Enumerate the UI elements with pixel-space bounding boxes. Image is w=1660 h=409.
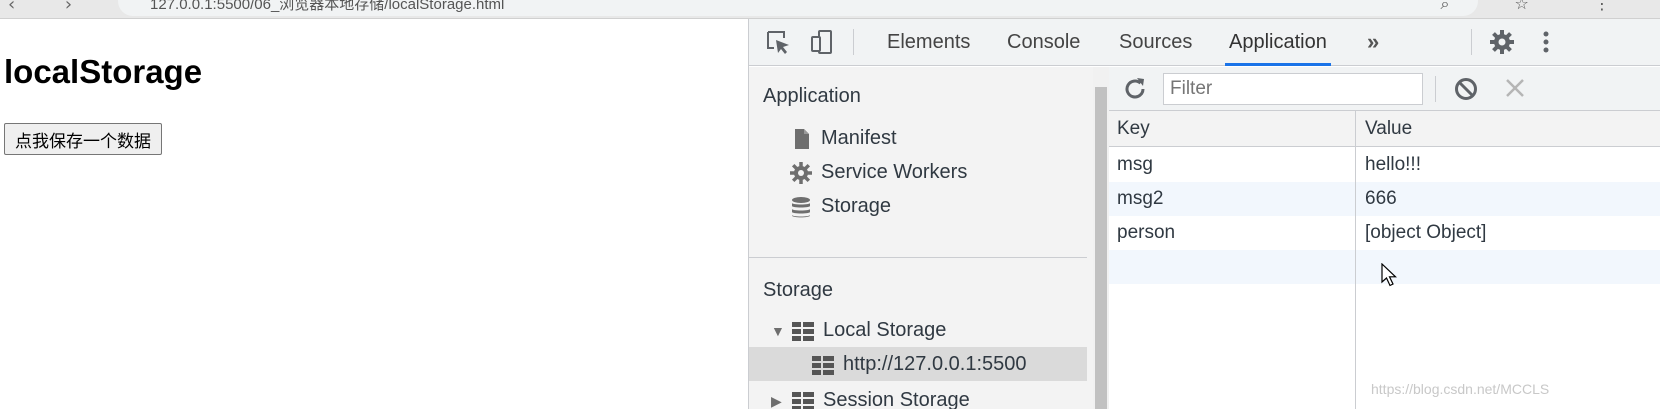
table-grid-icon bbox=[792, 391, 814, 409]
storage-toolbar bbox=[1109, 67, 1660, 111]
column-divider[interactable] bbox=[1355, 111, 1356, 409]
storage-panel: Key Value msg hello!!! msg2 666 person [… bbox=[1109, 67, 1660, 409]
sidebar-item-manifest[interactable]: Manifest bbox=[789, 121, 897, 155]
sidebar-item-storage[interactable]: Storage bbox=[789, 189, 891, 223]
table-grid-icon bbox=[792, 321, 814, 341]
sidebar-item-label: Session Storage bbox=[823, 389, 970, 409]
sidebar-item-service-workers[interactable]: Service Workers bbox=[789, 155, 967, 189]
sidebar-header-storage: Storage bbox=[763, 279, 834, 301]
watermark: https://blog.csdn.net/MCCLS bbox=[1371, 381, 1550, 397]
clear-all-icon[interactable] bbox=[1453, 76, 1479, 102]
sidebar-scrollbar[interactable] bbox=[1093, 67, 1109, 409]
web-page: localStorage 点我保存一个数据 bbox=[0, 19, 748, 409]
expanded-triangle-icon[interactable]: ▼ bbox=[771, 314, 785, 348]
devtools-panel: Elements Console Sources Application » A… bbox=[748, 19, 1660, 409]
delete-selected-icon[interactable] bbox=[1503, 76, 1527, 100]
browser-chrome: ‹ › ↻ 127.0.0.1:5500/06_浏览器本地存储/localSto… bbox=[0, 0, 1660, 19]
database-icon bbox=[792, 196, 810, 218]
gear-icon bbox=[790, 161, 812, 184]
sidebar-item-label: Manifest bbox=[821, 127, 897, 149]
row-key: msg2 bbox=[1117, 188, 1164, 209]
toolbar-separator bbox=[1435, 76, 1436, 102]
kebab-menu-icon[interactable] bbox=[1533, 29, 1559, 55]
table-row[interactable]: msg hello!!! bbox=[1109, 148, 1660, 182]
row-key: msg bbox=[1117, 154, 1153, 175]
row-value: [object Object] bbox=[1365, 222, 1487, 243]
inspect-element-icon[interactable] bbox=[765, 29, 791, 55]
filter-input[interactable] bbox=[1163, 73, 1423, 105]
sidebar-item-label: Service Workers bbox=[821, 161, 968, 183]
sidebar-item-session-storage[interactable]: ▶ Session Storage bbox=[771, 383, 970, 409]
tab-elements[interactable]: Elements bbox=[883, 19, 974, 66]
row-value: 666 bbox=[1365, 188, 1397, 209]
tab-sources[interactable]: Sources bbox=[1115, 19, 1196, 66]
table-row[interactable]: person [object Object] bbox=[1109, 216, 1660, 250]
row-key: person bbox=[1117, 222, 1176, 243]
device-toolbar-icon[interactable] bbox=[809, 29, 835, 55]
sidebar-item-label: http://127.0.0.1:5500 bbox=[843, 353, 1027, 375]
sidebar-item-label: Storage bbox=[821, 195, 892, 217]
sidebar-header-application: Application bbox=[763, 85, 861, 107]
more-tabs-icon[interactable]: » bbox=[1367, 19, 1379, 66]
collapsed-triangle-icon[interactable]: ▶ bbox=[771, 384, 785, 409]
table-row[interactable]: msg2 666 bbox=[1109, 182, 1660, 216]
refresh-icon[interactable] bbox=[1121, 75, 1149, 103]
devtools-toolbar: Elements Console Sources Application » bbox=[749, 19, 1660, 66]
page-heading: localStorage bbox=[4, 53, 203, 90]
column-header-value[interactable]: Value bbox=[1365, 111, 1412, 147]
toolbar-icons[interactable]: ⌕ ☆ ⋮ bbox=[1441, 0, 1640, 14]
file-icon bbox=[795, 128, 809, 149]
sidebar-item-local-storage[interactable]: ▼ Local Storage bbox=[771, 313, 946, 347]
address-url[interactable]: 127.0.0.1:5500/06_浏览器本地存储/localStorage.h… bbox=[150, 0, 504, 14]
toolbar-separator bbox=[1471, 29, 1472, 55]
scrollbar-thumb[interactable] bbox=[1095, 87, 1107, 409]
save-data-button[interactable]: 点我保存一个数据 bbox=[4, 123, 162, 155]
storage-table: Key Value msg hello!!! msg2 666 person [… bbox=[1109, 111, 1660, 409]
tab-console[interactable]: Console bbox=[1003, 19, 1084, 66]
sidebar-item-label: Local Storage bbox=[823, 319, 947, 341]
sidebar-item-local-storage-origin[interactable]: http://127.0.0.1:5500 bbox=[811, 347, 1027, 381]
toolbar-separator bbox=[853, 29, 854, 55]
row-value: hello!!! bbox=[1365, 154, 1421, 175]
gear-icon[interactable] bbox=[1489, 29, 1515, 55]
table-header: Key Value bbox=[1109, 111, 1660, 147]
column-header-key[interactable]: Key bbox=[1117, 111, 1150, 147]
mouse-cursor-icon bbox=[1381, 263, 1397, 287]
table-grid-icon bbox=[812, 355, 834, 375]
sidebar-divider bbox=[749, 257, 1087, 258]
tab-application[interactable]: Application bbox=[1225, 19, 1331, 66]
application-sidebar: Application Manifest Service Workers Sto… bbox=[749, 67, 1093, 409]
